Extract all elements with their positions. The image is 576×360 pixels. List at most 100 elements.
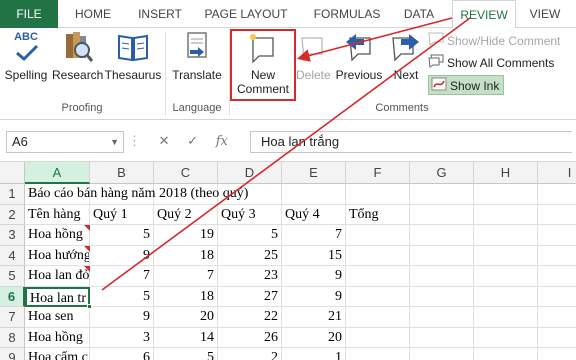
grid-cell[interactable] xyxy=(410,184,474,205)
grid-cell[interactable] xyxy=(474,286,538,307)
grid-cell[interactable] xyxy=(538,328,576,348)
row-header-9[interactable]: 9 xyxy=(0,348,25,360)
grid-cell[interactable] xyxy=(410,204,474,225)
product-name-cell[interactable]: Hoa cẩm c xyxy=(25,348,90,360)
grid-cell[interactable] xyxy=(538,307,576,328)
tab-insert[interactable]: INSERT xyxy=(128,0,192,28)
column-header-h[interactable]: H xyxy=(474,162,538,184)
fill-handle[interactable] xyxy=(87,304,92,309)
enter-icon[interactable]: ✓ xyxy=(187,133,198,149)
grid-cell[interactable] xyxy=(474,184,538,205)
header-cell[interactable]: Quý 4 xyxy=(282,204,346,225)
grid-cell[interactable] xyxy=(410,348,474,360)
delete-comment-button[interactable]: Delete xyxy=(296,30,331,82)
row-header-7[interactable]: 7 xyxy=(0,307,25,328)
quarter-value-cell[interactable]: 19 xyxy=(154,225,218,246)
quarter-value-cell[interactable]: 22 xyxy=(218,307,282,328)
quarter-value-cell[interactable]: 27 xyxy=(218,286,282,307)
thesaurus-button[interactable]: Thesaurus xyxy=(104,30,162,82)
insert-function-icon[interactable]: fx xyxy=(216,134,228,149)
sheet-title-cell[interactable]: Báo cáo bán hàng năm 2018 (theo quý) xyxy=(25,184,248,205)
name-box-dropdown-icon[interactable]: ▼ xyxy=(110,132,119,152)
grid-cell[interactable] xyxy=(538,348,576,360)
show-ink-button[interactable]: Show Ink xyxy=(428,75,505,95)
grid-cell[interactable] xyxy=(538,246,576,266)
quarter-value-cell[interactable]: 9 xyxy=(282,286,346,307)
grid-cell[interactable] xyxy=(410,327,474,348)
grid-cell[interactable] xyxy=(346,348,410,360)
grid-cell[interactable] xyxy=(346,184,410,205)
quarter-value-cell[interactable]: 20 xyxy=(154,307,218,328)
quarter-value-cell[interactable]: 18 xyxy=(154,286,218,307)
quarter-value-cell[interactable]: 14 xyxy=(154,327,218,348)
grid-cell[interactable] xyxy=(410,266,474,287)
tab-formulas[interactable]: FORMULAS xyxy=(302,0,392,28)
quarter-value-cell[interactable]: 5 xyxy=(154,348,218,360)
translate-button[interactable]: Translate xyxy=(170,30,224,82)
quarter-value-cell[interactable]: 2 xyxy=(218,348,282,360)
product-name-cell[interactable]: Hoa hướng xyxy=(25,245,90,266)
grid-cell[interactable] xyxy=(346,225,410,246)
grid-cell[interactable] xyxy=(474,225,538,246)
quarter-value-cell[interactable]: 21 xyxy=(282,307,346,328)
research-button[interactable]: Research xyxy=(52,30,103,82)
quarter-value-cell[interactable]: 26 xyxy=(218,327,282,348)
quarter-value-cell[interactable]: 5 xyxy=(90,286,154,307)
grid-cell[interactable] xyxy=(346,266,410,287)
quarter-value-cell[interactable]: 7 xyxy=(90,266,154,287)
quarter-value-cell[interactable]: 6 xyxy=(90,348,154,360)
quarter-value-cell[interactable]: 7 xyxy=(282,225,346,246)
previous-comment-button[interactable]: Previous xyxy=(334,30,384,82)
quarter-value-cell[interactable]: 25 xyxy=(218,245,282,266)
quarter-value-cell[interactable]: 18 xyxy=(154,245,218,266)
tab-view[interactable]: VIEW xyxy=(522,0,568,28)
row-header-5[interactable]: 5 xyxy=(0,266,25,287)
grid-cell[interactable] xyxy=(346,245,410,266)
tab-data[interactable]: DATA xyxy=(396,0,442,28)
show-all-comments-button[interactable]: Show All Comments xyxy=(428,53,554,73)
quarter-value-cell[interactable]: 7 xyxy=(154,266,218,287)
quarter-value-cell[interactable]: 1 xyxy=(282,348,346,360)
product-name-cell[interactable]: Hoa sen xyxy=(25,307,90,328)
grid-cell[interactable] xyxy=(538,287,576,307)
quarter-value-cell[interactable]: 5 xyxy=(218,225,282,246)
grid-cell[interactable] xyxy=(346,307,410,328)
grid-cell[interactable] xyxy=(474,204,538,225)
row-header-3[interactable]: 3 xyxy=(0,225,25,246)
header-cell[interactable]: Quý 1 xyxy=(90,204,154,225)
grid-cell[interactable] xyxy=(538,266,576,287)
quarter-value-cell[interactable]: 20 xyxy=(282,327,346,348)
grid-cell[interactable] xyxy=(410,307,474,328)
quarter-value-cell[interactable]: 5 xyxy=(90,225,154,246)
quarter-value-cell[interactable]: 15 xyxy=(282,245,346,266)
column-header-c[interactable]: C xyxy=(154,162,218,184)
header-cell[interactable]: Tổng xyxy=(346,204,410,225)
tab-home[interactable]: HOME xyxy=(64,0,122,28)
row-header-8[interactable]: 8 xyxy=(0,327,25,348)
grid-cell[interactable] xyxy=(474,266,538,287)
tab-review[interactable]: REVIEW xyxy=(452,0,516,29)
formula-input[interactable]: Hoa lan trắng xyxy=(250,131,572,153)
grid-cell[interactable] xyxy=(538,225,576,246)
column-header-e[interactable]: E xyxy=(282,162,346,184)
grid-cell[interactable] xyxy=(538,205,576,225)
select-all-corner[interactable] xyxy=(0,162,25,184)
header-cell[interactable]: Quý 2 xyxy=(154,204,218,225)
product-name-cell[interactable]: Hoa hồng xyxy=(25,225,90,246)
column-header-d[interactable]: D xyxy=(218,162,282,184)
product-name-cell[interactable]: Hoa hồng xyxy=(25,327,90,348)
row-header-6[interactable]: 6 xyxy=(0,286,25,307)
grid-cell[interactable] xyxy=(474,327,538,348)
header-cell[interactable]: Quý 3 xyxy=(218,204,282,225)
grid-cell[interactable] xyxy=(346,327,410,348)
grid-cell[interactable] xyxy=(474,348,538,360)
header-cell[interactable]: Tên hàng xyxy=(25,204,90,225)
grid-cell[interactable] xyxy=(282,184,346,205)
column-header-b[interactable]: B xyxy=(90,162,154,184)
quarter-value-cell[interactable]: 23 xyxy=(218,266,282,287)
tab-file[interactable]: FILE xyxy=(0,0,58,28)
quarter-value-cell[interactable]: 9 xyxy=(282,266,346,287)
quarter-value-cell[interactable]: 9 xyxy=(90,245,154,266)
column-header-f[interactable]: F xyxy=(346,162,410,184)
grid-cell[interactable] xyxy=(538,184,576,205)
